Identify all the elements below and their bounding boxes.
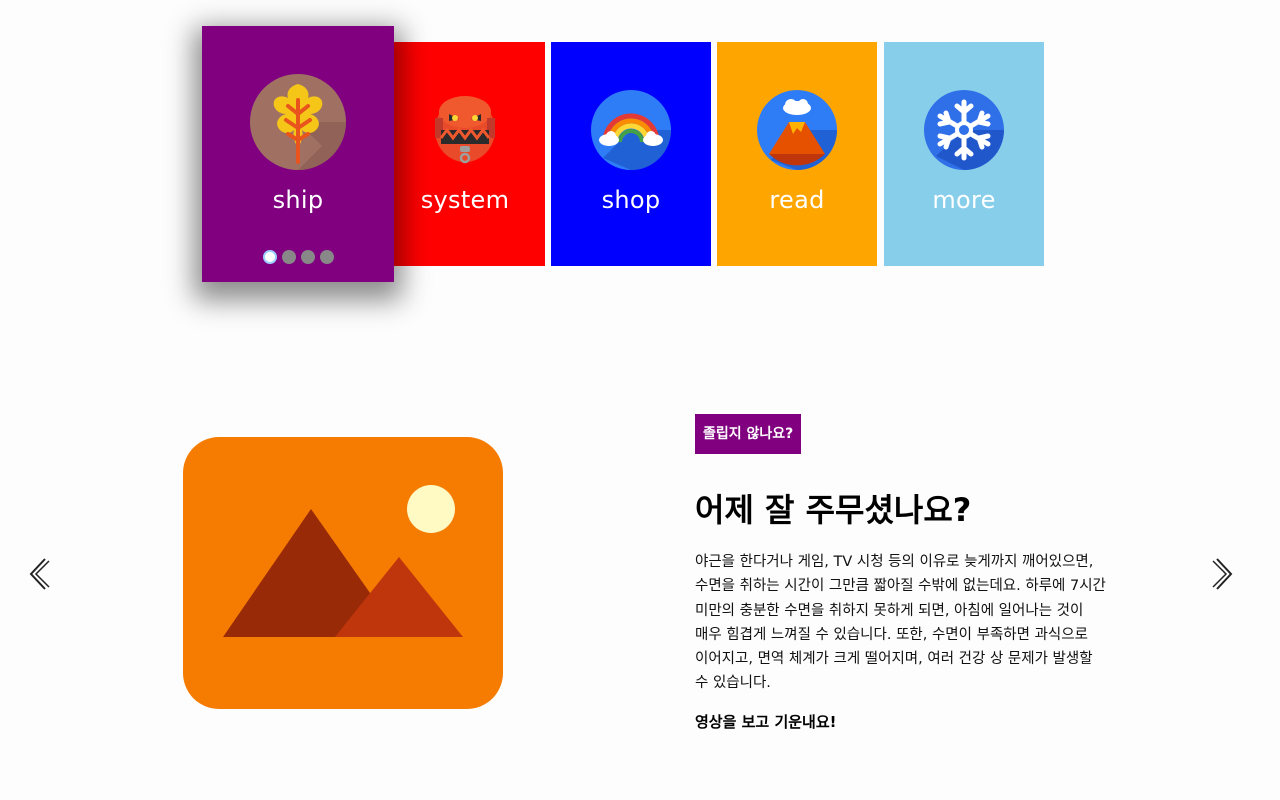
slide-headline: 어제 잘 주무셨나요? — [695, 491, 972, 529]
oak-leaf-icon — [250, 74, 346, 170]
category-card-ship[interactable]: ship — [202, 26, 394, 282]
dot-3[interactable] — [300, 250, 315, 264]
card-label: more — [932, 186, 996, 214]
card-label: system — [420, 186, 510, 214]
card-label: ship — [272, 186, 324, 214]
card-label: shop — [601, 186, 661, 214]
card-label: read — [769, 186, 825, 214]
slide-tag: 졸립지 않나요? — [695, 414, 802, 454]
slide-cta[interactable]: 영상을 보고 기운내요! — [695, 710, 837, 734]
monster-icon — [435, 96, 495, 164]
rainbow-icon — [591, 90, 671, 170]
carousel-dots — [202, 250, 394, 264]
dot-2[interactable] — [281, 250, 296, 264]
category-card-read[interactable]: read — [717, 42, 877, 266]
category-card-shop[interactable]: shop — [551, 42, 711, 266]
dot-1[interactable] — [262, 250, 277, 264]
category-card-more[interactable]: more — [884, 42, 1044, 266]
image-placeholder-icon — [183, 437, 503, 709]
chevron-left-icon[interactable] — [25, 556, 55, 592]
volcano-icon — [757, 90, 837, 170]
dot-4[interactable] — [319, 250, 334, 264]
snowflake-icon — [924, 90, 1004, 170]
slide-body: 야근을 한다거나 게임, TV 시청 등의 이유로 늦게까지 깨어있으면, 수면… — [695, 554, 1106, 692]
chevron-right-icon[interactable] — [1207, 556, 1237, 592]
category-card-system[interactable]: system — [385, 42, 545, 266]
